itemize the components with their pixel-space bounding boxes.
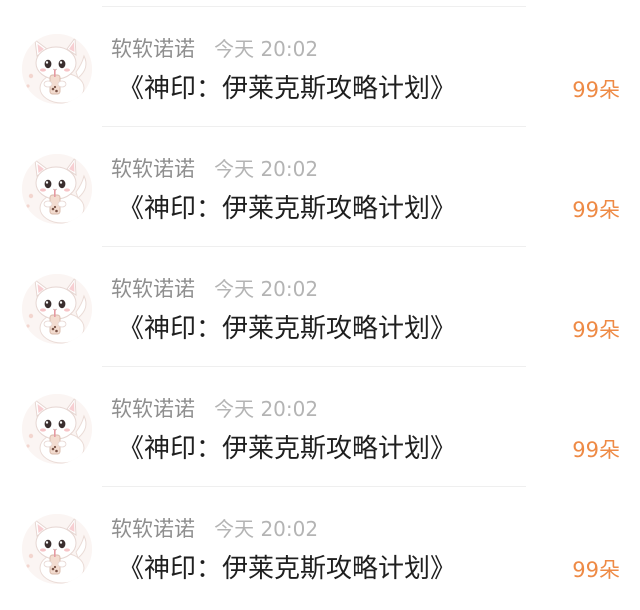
timestamp: 今天 20:02 — [214, 37, 319, 61]
username[interactable]: 软软诺诺 — [111, 277, 195, 301]
gift-record-row[interactable]: 软软诺诺 今天 20:02 《神印：伊莱克斯攻略计划》 99朵 — [0, 247, 640, 367]
white-cat-avatar-icon — [22, 154, 92, 224]
gift-record-list: 软软诺诺 今天 20:02 《神印：伊莱克斯攻略计划》 99朵 软软诺诺 今天 … — [0, 7, 640, 607]
username[interactable]: 软软诺诺 — [111, 517, 195, 541]
user-avatar[interactable] — [22, 34, 92, 104]
gift-name[interactable]: 《神印：伊莱克斯攻略计划》 — [118, 71, 456, 107]
timestamp: 今天 20:02 — [214, 277, 319, 301]
gift-count: 99朵 — [572, 558, 620, 582]
user-avatar[interactable] — [22, 274, 92, 344]
username[interactable]: 软软诺诺 — [111, 37, 195, 61]
white-cat-avatar-icon — [22, 394, 92, 464]
username[interactable]: 软软诺诺 — [111, 157, 195, 181]
gift-record-row[interactable]: 软软诺诺 今天 20:02 《神印：伊莱克斯攻略计划》 99朵 — [0, 7, 640, 127]
record-meta: 软软诺诺 今天 20:02 — [111, 275, 318, 303]
user-avatar[interactable] — [22, 394, 92, 464]
gift-name[interactable]: 《神印：伊莱克斯攻略计划》 — [118, 191, 456, 227]
gift-name[interactable]: 《神印：伊莱克斯攻略计划》 — [118, 431, 456, 467]
record-meta: 软软诺诺 今天 20:02 — [111, 35, 318, 63]
gift-count: 99朵 — [572, 198, 620, 222]
gift-count: 99朵 — [572, 438, 620, 462]
white-cat-avatar-icon — [22, 34, 92, 104]
timestamp: 今天 20:02 — [214, 397, 319, 421]
record-meta: 软软诺诺 今天 20:02 — [111, 515, 318, 543]
user-avatar[interactable] — [22, 154, 92, 224]
username[interactable]: 软软诺诺 — [111, 397, 195, 421]
record-meta: 软软诺诺 今天 20:02 — [111, 395, 318, 423]
gift-name[interactable]: 《神印：伊莱克斯攻略计划》 — [118, 551, 456, 587]
gift-record-row[interactable]: 软软诺诺 今天 20:02 《神印：伊莱克斯攻略计划》 99朵 — [0, 127, 640, 247]
gift-record-row[interactable]: 软软诺诺 今天 20:02 《神印：伊莱克斯攻略计划》 99朵 — [0, 367, 640, 487]
gift-count: 99朵 — [572, 318, 620, 342]
gift-count: 99朵 — [572, 78, 620, 102]
gift-record-row[interactable]: 软软诺诺 今天 20:02 《神印：伊莱克斯攻略计划》 99朵 — [0, 487, 640, 607]
record-meta: 软软诺诺 今天 20:02 — [111, 155, 318, 183]
gift-name[interactable]: 《神印：伊莱克斯攻略计划》 — [118, 311, 456, 347]
white-cat-avatar-icon — [22, 514, 92, 584]
timestamp: 今天 20:02 — [214, 517, 319, 541]
user-avatar[interactable] — [22, 514, 92, 584]
timestamp: 今天 20:02 — [214, 157, 319, 181]
white-cat-avatar-icon — [22, 274, 92, 344]
